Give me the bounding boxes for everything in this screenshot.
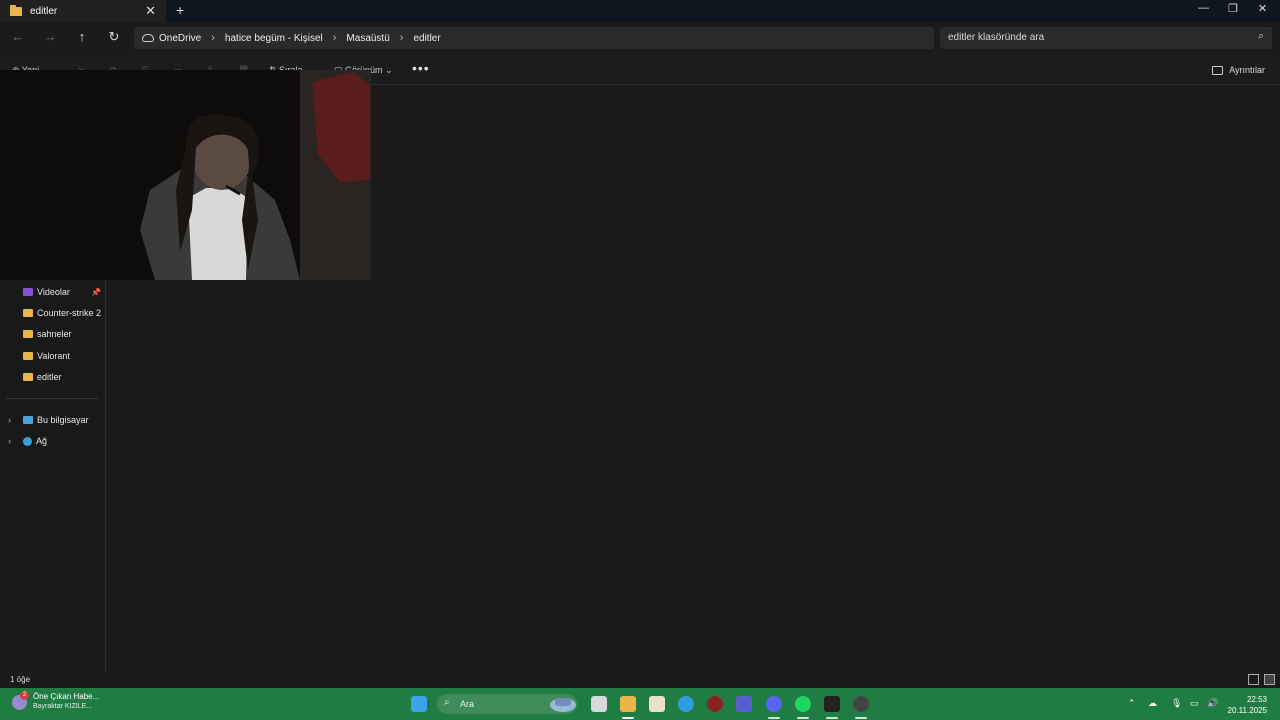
sidebar-item-network[interactable]: › Ağ [0,431,105,451]
folder-icon [23,373,33,381]
sidebar-item-label: Valorant [37,351,70,361]
file-explorer-icon[interactable] [620,696,636,712]
running-indicator [855,717,867,719]
store-icon[interactable] [649,696,665,712]
breadcrumb-onedrive[interactable]: OneDrive [159,33,201,44]
chevron-right-icon[interactable]: › [8,436,11,446]
sidebar-item-label: Counter-strike 2 [37,308,102,318]
search-icon: ⌕ [444,697,450,708]
app-icon[interactable] [707,696,723,712]
taskbar: 2 Öne Çıkan Habe... Bayraktar KIZILE... … [0,688,1280,720]
restore-button[interactable]: ❐ [1228,2,1238,15]
chevron-right-icon: › [399,32,404,44]
taskbar-search-label: Ara [460,699,475,709]
chevron-right-icon: › [211,32,215,44]
computer-icon [23,416,33,424]
chevron-right-icon: › [332,32,337,44]
item-count: 1 öğe [10,675,31,684]
tiles-view-button[interactable] [1264,674,1275,685]
obs-icon[interactable] [853,696,869,712]
sidebar-item-editler[interactable]: editler [0,367,105,387]
teams-icon[interactable] [736,696,752,712]
folder-icon [23,352,33,360]
clock-date: 20.11.2025 [1227,706,1267,715]
discord-icon[interactable] [766,696,782,712]
chevron-up-icon[interactable]: ⌃ [1128,698,1136,709]
cloud-icon [142,34,154,42]
running-indicator [768,717,780,719]
search-highlight-icon [550,698,576,712]
sidebar-item-label: Bu bilgisayar [37,415,89,425]
folder-icon [10,4,22,16]
refresh-button[interactable]: ↻ [105,29,123,45]
running-indicator [826,717,838,719]
news-title: Öne Çıkan Habe... [33,692,100,701]
more-options-button[interactable]: ••• [412,60,430,76]
sidebar-item-label: sahneler [37,329,72,339]
status-bar: 1 öğe [0,672,1280,688]
folder-icon [23,309,33,317]
details-button[interactable]: Ayrıntılar [1212,65,1265,75]
start-button[interactable] [411,696,427,712]
title-bar: editler ✕ + — ❐ ✕ [0,0,1280,22]
back-button[interactable]: ← [9,29,27,44]
close-window-button[interactable]: ✕ [1258,2,1267,15]
running-indicator [797,717,809,719]
close-tab-button[interactable]: ✕ [145,3,156,19]
new-tab-button[interactable]: + [176,2,184,18]
tab-title: editler [30,5,58,17]
minimize-button[interactable]: — [1198,2,1209,14]
webcam-overlay [0,70,371,280]
clock-time: 22:53 [1246,695,1267,704]
breadcrumb-personal[interactable]: hatice begüm - Kişisel [225,33,323,44]
breadcrumb[interactable]: OneDrive › hatice begüm - Kişisel › Masa… [134,27,934,49]
chevron-right-icon[interactable]: › [8,415,11,425]
pin-icon: 📌 [91,287,101,297]
widgets-icon: 2 [12,691,29,710]
search-input[interactable]: editler klasöründe ara ⌕ [940,27,1272,49]
search-icon: ⌕ [1257,30,1264,42]
sidebar-item-label: editler [37,372,62,382]
epic-games-icon[interactable] [824,696,840,712]
news-widget[interactable]: 2 Öne Çıkan Habe... Bayraktar KIZILE... [12,691,100,710]
details-view-button[interactable] [1248,674,1259,685]
folder-icon [23,330,33,338]
search-placeholder: editler klasöründe ara [948,32,1045,43]
forward-button[interactable]: → [41,29,59,44]
sidebar-item-sahneler[interactable]: sahneler [0,324,105,344]
volume-icon[interactable]: 🔊 [1207,698,1218,709]
clock[interactable]: 22:53 20.11.2025 [1228,694,1267,716]
onedrive-icon[interactable]: ☁ [1148,698,1157,709]
edge-icon[interactable] [678,696,694,712]
tab-editler[interactable]: editler ✕ [0,0,166,22]
sidebar-divider [6,398,98,399]
sidebar-item-this-pc[interactable]: › Bu bilgisayar [0,410,105,430]
microphone-icon[interactable]: 🎙 [1171,698,1182,709]
news-badge: 2 [20,691,29,700]
sidebar-item-label: Ağ [36,436,48,446]
address-bar: ← → ↑ ↻ OneDrive › hatice begüm - Kişise… [0,22,1280,54]
details-pane-icon [1212,65,1224,75]
sidebar-item-valorant[interactable]: Valorant [0,346,105,366]
details-label: Ayrıntılar [1229,65,1265,75]
network-icon[interactable]: ▭ [1190,698,1199,709]
task-view-icon[interactable] [591,696,607,712]
active-indicator [622,717,634,719]
sidebar-item-label: Videolar [37,287,70,297]
webcam-image [0,70,371,280]
up-button[interactable]: ↑ [73,29,91,44]
breadcrumb-editler[interactable]: editler [413,33,440,44]
spotify-icon[interactable] [795,696,811,712]
news-subtitle: Bayraktar KIZILE... [33,703,93,710]
network-icon [23,436,32,446]
taskbar-search[interactable]: ⌕ Ara [437,694,577,714]
video-folder-icon [23,288,33,296]
sidebar-item-videolar[interactable]: Videolar 📌 [0,282,105,302]
breadcrumb-desktop[interactable]: Masaüstü [346,33,389,44]
sidebar-item-counter-strike[interactable]: Counter-strike 2 [0,303,105,323]
